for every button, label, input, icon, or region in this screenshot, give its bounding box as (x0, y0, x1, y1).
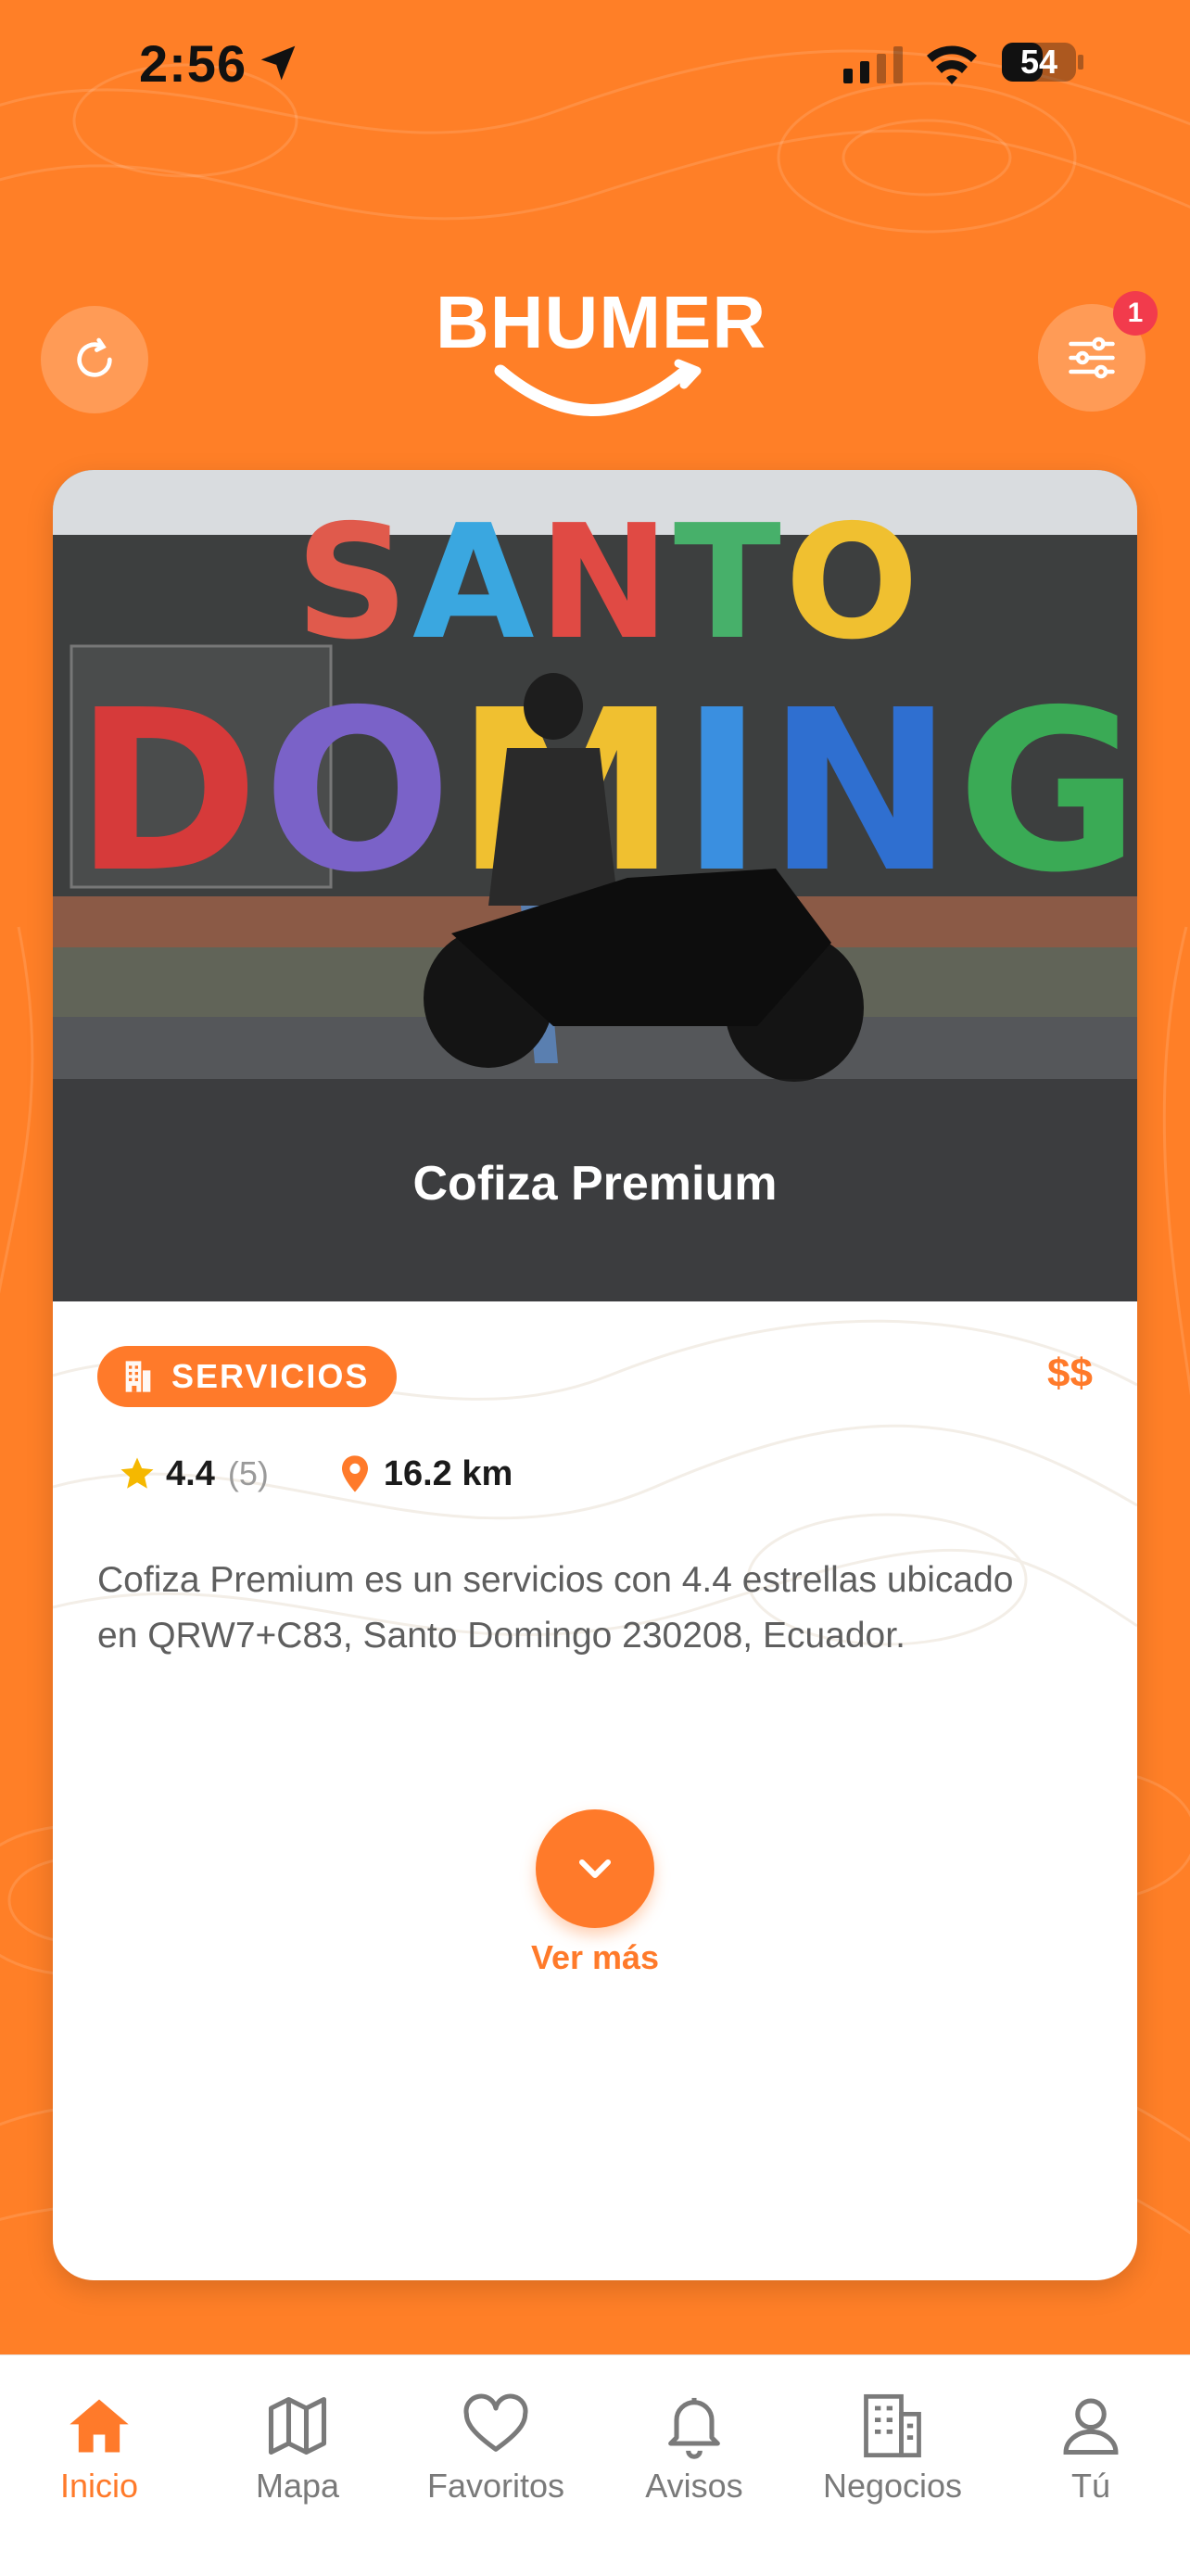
wifi-icon (927, 45, 977, 84)
location-pin-icon (341, 1455, 368, 1492)
tab-label-inicio: Inicio (59, 2467, 139, 2505)
chevron-down-icon (578, 1859, 612, 1879)
refresh-icon (77, 337, 112, 377)
rating-value: 4.4 (166, 1453, 215, 1493)
tab-label-avisos: Avisos (645, 2467, 743, 2505)
category-label: SERVICIOS (171, 1357, 370, 1395)
user-icon (1063, 2398, 1119, 2455)
battery-level: 54 (1019, 43, 1058, 81)
tab-avisos[interactable]: Avisos (595, 2355, 793, 2522)
building-icon (864, 2393, 921, 2458)
refresh-button[interactable] (41, 306, 148, 413)
rating-row: 4.4 (5) 16.2 km (118, 1451, 513, 1497)
bhumer-logo-smile (494, 359, 702, 416)
place-description: Cofiza Premium es un servicios con 4.4 e… (97, 1560, 1014, 1656)
home-icon (70, 2399, 129, 2453)
tab-inicio[interactable]: Inicio (0, 2355, 198, 2522)
heart-icon (463, 2393, 528, 2452)
star-icon (120, 1457, 154, 1489)
location-arrow-icon (260, 45, 296, 81)
tab-mapa[interactable]: Mapa (198, 2355, 397, 2522)
tab-tu[interactable]: Tú (992, 2355, 1190, 2522)
tab-label-negocios: Negocios (822, 2467, 963, 2505)
tab-favoritos[interactable]: Favoritos (397, 2355, 595, 2522)
cellular-signal-icon (843, 46, 903, 83)
rating-count: (5) (227, 1454, 269, 1492)
svg-text:SANTO: SANTO (296, 491, 923, 675)
bottom-tab-bar: Inicio Mapa Favoritos Avisos Negocios Tú (0, 2354, 1190, 2576)
place-card[interactable]: SANTO DOMING Cofiza Premium SERVICIOS $$ (53, 470, 1137, 2280)
category-badge: SERVICIOS (97, 1346, 398, 1407)
see-more-label[interactable]: Ver más (53, 1938, 1137, 1977)
see-more-button[interactable] (536, 1809, 654, 1928)
bell-icon (668, 2397, 720, 2459)
tab-label-mapa: Mapa (255, 2467, 340, 2505)
price-level: $$ (1047, 1351, 1093, 1396)
status-time: 2:56 (139, 34, 247, 93)
tab-label-favoritos: Favoritos (426, 2467, 565, 2505)
distance: 16.2 km (383, 1453, 513, 1493)
tab-label-tu: Tú (1070, 2467, 1110, 2505)
sliders-icon (1069, 336, 1115, 379)
map-icon (268, 2396, 327, 2455)
place-title: Cofiza Premium (412, 1157, 778, 1211)
tab-negocios[interactable]: Negocios (793, 2355, 992, 2522)
notification-badge: 1 (1113, 291, 1158, 336)
building-icon (125, 1361, 151, 1392)
